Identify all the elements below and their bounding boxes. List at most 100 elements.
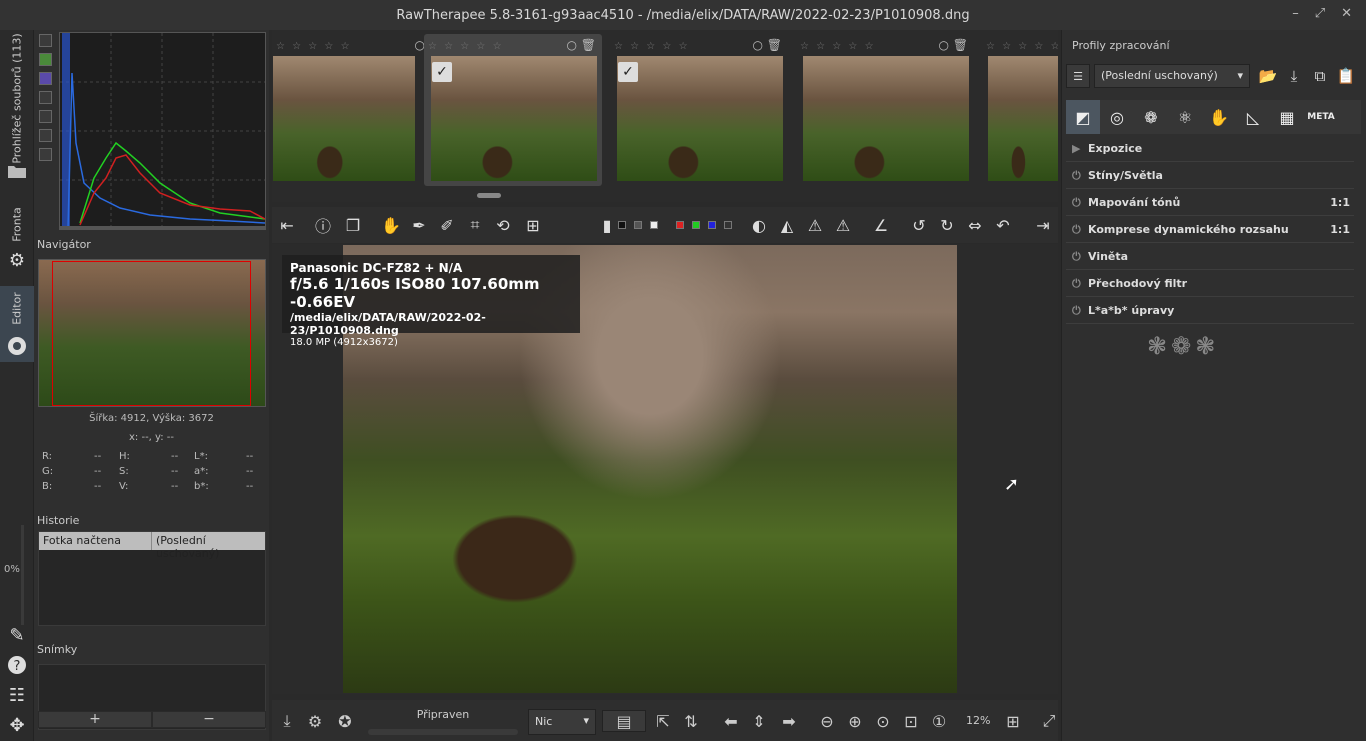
sync-icon[interactable]: ⇅ [680,710,702,732]
histogram-scope-icon[interactable] [39,129,52,142]
profile-list-icon[interactable]: ☰ [1066,64,1090,88]
preview-black-icon[interactable] [616,214,628,236]
tool-vignetting[interactable]: ⏻ Viněta [1066,244,1354,270]
rating-stars[interactable]: ☆ ☆ ☆ ☆ ☆ [428,41,504,52]
tab-queue[interactable]: Fronta [0,198,34,254]
histogram-scrollbar[interactable] [59,226,266,230]
tab-color-icon[interactable]: ❁ [1134,100,1168,134]
history-row[interactable]: Fotka načtena (Poslední uschovaný) [39,532,265,560]
highlight-clip-warning-icon[interactable]: ⚠ [832,214,854,236]
rating-stars[interactable]: ☆ ☆ ☆ ☆ ☆ [800,41,876,52]
thumbnail-actions[interactable]: ○ 🗑 [566,38,596,52]
snapshot-selector[interactable]: Nic ▾ [528,709,596,735]
rotate-left-icon[interactable]: ↺ [908,214,930,236]
arrow-right-icon[interactable]: ➡ [778,710,800,732]
hide-right-panel-icon[interactable]: ⇥ [1032,214,1054,236]
power-icon[interactable]: ⏻ [1072,169,1081,183]
histogram-chroma-icon[interactable] [39,72,52,85]
focus-mask-icon[interactable]: ◐ [748,214,770,236]
queue-icon[interactable]: ⚙ [304,710,326,732]
maximize-button[interactable]: ⤢ [1315,6,1325,21]
tab-detail-icon[interactable]: ◎ [1100,100,1134,134]
navigator-view-frame[interactable] [52,261,251,406]
power-icon[interactable]: ⏻ [1072,196,1081,210]
fullscreen-toggle-icon[interactable]: ⤢ [1038,710,1060,732]
add-snapshot-button[interactable]: + [38,711,152,728]
flip-vertical-icon[interactable]: ↶ [992,214,1014,236]
before-after-icon[interactable]: ❐ [342,214,364,236]
tool-exposure[interactable]: ▶ Expozice [1066,136,1354,162]
folder-icon[interactable] [6,160,28,182]
zoom-out-icon[interactable]: ⊖ [816,710,838,732]
gear-icon[interactable]: ⚙ [6,249,28,271]
rotate-right-icon[interactable]: ↻ [936,214,958,236]
minimize-button[interactable]: – [1292,6,1299,21]
thumbnail-actions[interactable]: ○ 🗑 [752,38,782,52]
geometry-icon[interactable]: ∠ [870,214,892,236]
preferences-icon[interactable]: ☷ [6,684,28,706]
rating-stars[interactable]: ☆ ☆ ☆ ☆ ☆ [614,41,690,52]
tab-metadata-icon[interactable]: META [1304,100,1338,134]
perspective-icon[interactable]: ⊞ [522,214,544,236]
zoom-in-icon[interactable]: ⊕ [844,710,866,732]
preview-red-icon[interactable] [674,214,686,236]
help-icon[interactable]: ? [6,654,28,676]
hand-tool-icon[interactable]: ✋ [380,214,402,236]
save-icon[interactable]: ⤓ [276,710,298,732]
histogram-raw-icon[interactable] [39,91,52,104]
tab-raw-icon[interactable]: ▦ [1270,100,1304,134]
tool-lab-adjustments[interactable]: ⏻ L*a*b* úpravy [1066,298,1354,324]
preview-blue-icon[interactable] [706,214,718,236]
zoom-fit-icon[interactable]: ⊙ [872,710,894,732]
false-color-icon[interactable]: ◭ [776,214,798,236]
power-icon[interactable]: ⏻ [1072,277,1081,291]
thumbnail-actions[interactable]: ○ 🗑 [938,38,968,52]
preview-luminance-icon[interactable] [722,214,734,236]
preview-mode-icon[interactable]: ▮ [596,214,618,236]
white-balance-picker-icon[interactable]: ✒ [408,214,430,236]
tab-editor[interactable]: Editor [0,286,34,362]
remove-snapshot-button[interactable]: − [152,711,266,728]
rating-stars[interactable]: ☆ ☆ ☆ ☆ ☆ [986,41,1058,52]
histogram-rgb-icon[interactable] [39,53,52,66]
tool-graduated-filter[interactable]: ⏻ Přechodový filtr [1066,271,1354,297]
thumbnail-selected[interactable]: ☆ ☆ ☆ ☆ ☆ ○ 🗑 ✓ [424,34,602,186]
fullscreen-icon[interactable]: ✥ [6,714,28,736]
preview-gray-icon[interactable] [632,214,644,236]
paste-profile-icon[interactable]: 📋 [1334,64,1358,88]
navigator-preview[interactable] [38,259,266,407]
thumbnail[interactable]: ☆ ☆ ☆ ☆ ☆ ○ 🗑 ✓ [610,34,788,186]
tool-shadows-highlights[interactable]: ⏻ Stíny/Světla [1066,163,1354,189]
filmstrip-scrollbar[interactable] [477,193,501,198]
arrow-left-icon[interactable]: ⬅ [720,710,742,732]
tab-file-browser[interactable]: Prohlížeč souborů (113) [0,33,34,163]
preview-white-icon[interactable] [648,214,660,236]
image-viewer[interactable]: Panasonic DC-FZ82 + N/A f/5.6 1/160s ISO… [272,244,1058,694]
expand-icon[interactable]: ▶ [1072,142,1080,155]
histogram-more-icon[interactable] [39,148,52,161]
thumbnail[interactable]: ☆ ☆ ☆ ☆ ☆ [982,34,1058,186]
external-editor-icon[interactable]: ✪ [334,710,356,732]
power-icon[interactable]: ⏻ [1072,223,1081,237]
power-icon[interactable]: ⏻ [1072,250,1081,264]
histogram-mode-icon[interactable] [39,34,52,47]
open-profile-icon[interactable]: 📂 [1256,64,1280,88]
previous-image-icon[interactable]: ⇱ [652,710,674,732]
tab-local-icon[interactable]: ✋ [1202,100,1236,134]
save-profile-icon[interactable]: ⤓ [1282,64,1306,88]
power-icon[interactable]: ⏻ [1072,304,1081,318]
zoom-100-icon[interactable]: ① [928,710,950,732]
history-list[interactable]: Fotka načtena (Poslední uschovaný) [38,531,266,626]
profile-selector[interactable]: (Poslední uschovaný) ▾ [1094,64,1250,88]
arrow-updown-icon[interactable]: ⇕ [748,710,770,732]
preview-green-icon[interactable] [690,214,702,236]
histogram-bar-icon[interactable] [39,110,52,123]
zoom-fit-crop-icon[interactable]: ⊡ [900,710,922,732]
info-icon[interactable]: ⓘ [312,214,334,236]
tab-transform-icon[interactable]: ◺ [1236,100,1270,134]
straighten-icon[interactable]: ⟲ [492,214,514,236]
close-button[interactable]: ✕ [1341,6,1352,21]
color-picker-icon[interactable]: ✐ [436,214,458,236]
tab-exposure-icon[interactable]: ◩ [1066,100,1100,134]
background-color-selector[interactable]: ▤ [602,710,646,732]
